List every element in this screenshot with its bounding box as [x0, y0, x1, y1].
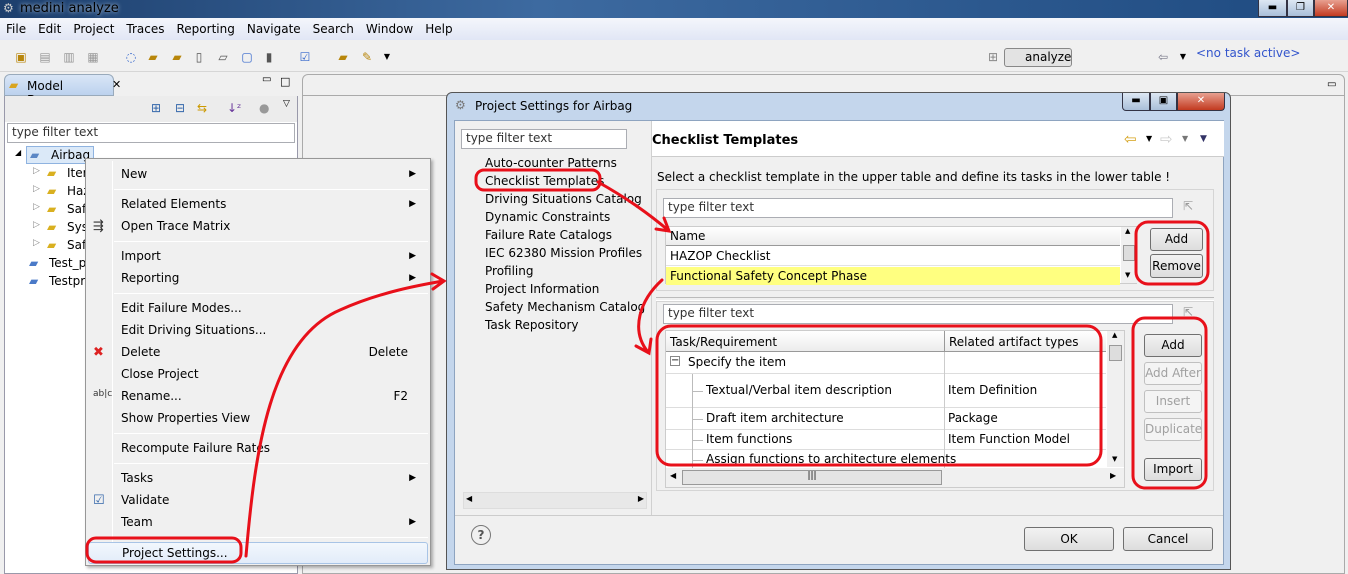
annotation-arrow-checklist	[596, 180, 672, 233]
annotation-circle-checklist	[474, 168, 602, 192]
annotation-circle-template-buttons	[1134, 220, 1210, 286]
annotation-circle-task-buttons	[1131, 316, 1208, 490]
annotation-circle-tasks-table	[655, 324, 1103, 467]
annotation-circle-project-settings	[85, 536, 243, 564]
annotation-overlay	[85, 168, 1210, 564]
annotation-arrow-settings	[244, 272, 447, 558]
